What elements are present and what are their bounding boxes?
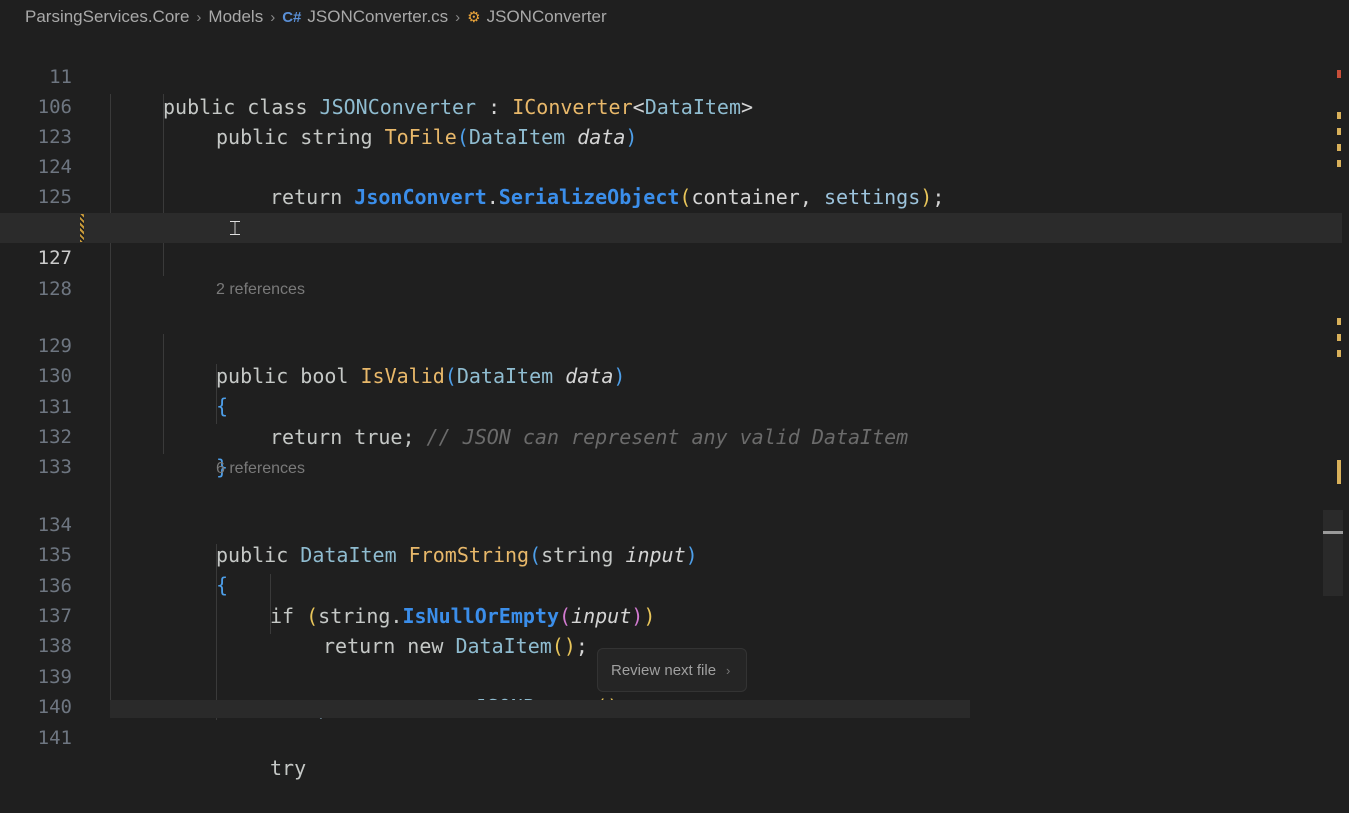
scrollbar-cursor-indicator bbox=[1323, 531, 1343, 534]
chevron-right-icon: › bbox=[455, 8, 461, 26]
overview-ruler-mark bbox=[1337, 128, 1341, 135]
current-line[interactable]: 127 bbox=[0, 213, 1342, 269]
line-number: 133 bbox=[37, 456, 72, 478]
chevron-right-icon: › bbox=[196, 8, 202, 26]
review-next-file-button[interactable]: Review next file › bbox=[597, 648, 747, 692]
code-line[interactable]: 126 bbox=[0, 183, 1342, 239]
breadcrumb-symbol[interactable]: JSONConverter bbox=[487, 7, 607, 27]
codelens-references[interactable]: 2 references bbox=[216, 279, 305, 301]
code-line[interactable]: 138 bbox=[0, 601, 1342, 657]
breadcrumb-folder[interactable]: Models bbox=[208, 7, 263, 27]
code-line[interactable]: 125 } bbox=[0, 152, 1342, 239]
code-line[interactable]: 123 bbox=[0, 92, 1342, 148]
code-line[interactable]: 128 bbox=[0, 244, 1342, 300]
overview-ruler-mark bbox=[1337, 144, 1341, 151]
breadcrumb-project[interactable]: ParsingServices.Core bbox=[25, 7, 189, 27]
line-number: 128 bbox=[37, 278, 72, 300]
overview-ruler-mark bbox=[1337, 350, 1341, 357]
line-number: 141 bbox=[37, 727, 72, 749]
breadcrumb-file[interactable]: JSONConverter.cs bbox=[307, 7, 448, 27]
code-line[interactable]: 124 return JsonConvert.SerializeObject(c… bbox=[0, 122, 1342, 209]
codelens-references[interactable]: 6 references bbox=[216, 458, 305, 480]
code-line[interactable]: 135 { bbox=[0, 510, 1342, 597]
breadcrumb: ParsingServices.Core › Models › C# JSONC… bbox=[0, 0, 1349, 34]
chevron-right-icon: › bbox=[726, 662, 731, 678]
code-line[interactable]: 133 bbox=[0, 422, 1342, 478]
overview-ruler-mark bbox=[1337, 460, 1341, 484]
code-line[interactable]: 134 public DataItem FromString(string in… bbox=[0, 480, 1342, 567]
text-cursor-icon: ⌶ bbox=[229, 216, 241, 240]
code-line[interactable]: 132 } bbox=[0, 392, 1342, 479]
code-line[interactable]: 106 public string ToFile(DataItem data) bbox=[0, 62, 1342, 149]
horizontal-scrollbar[interactable] bbox=[110, 700, 970, 718]
overview-ruler-mark bbox=[1337, 318, 1341, 325]
overview-ruler-mark bbox=[1337, 112, 1341, 119]
code-line[interactable]: 131 return true; // JSON can represent a… bbox=[0, 362, 1342, 449]
code-line[interactable]: 136 if (string.IsNullOrEmpty(input)) bbox=[0, 541, 1342, 628]
code-editor[interactable]: 11 public class JSONConverter : IConvert… bbox=[0, 32, 1349, 780]
code-line[interactable]: 11 public class JSONConverter : IConvert… bbox=[0, 32, 1342, 119]
code-line[interactable]: 130 { bbox=[0, 331, 1342, 418]
overview-ruler-error-mark bbox=[1337, 70, 1341, 78]
code-text: try bbox=[270, 756, 307, 780]
csharp-icon: C# bbox=[282, 8, 302, 26]
code-line[interactable]: 137 return new DataItem(); bbox=[0, 571, 1342, 658]
vertical-scrollbar-thumb[interactable] bbox=[1323, 510, 1343, 596]
review-next-file-label: Review next file bbox=[611, 661, 717, 679]
modified-line-marker bbox=[80, 214, 84, 242]
overview-ruler-mark bbox=[1337, 160, 1341, 167]
class-icon: ⚙ bbox=[467, 9, 481, 26]
code-line[interactable]: 129 public bool IsValid(DataItem data) bbox=[0, 301, 1342, 388]
chevron-right-icon: › bbox=[270, 8, 276, 26]
overview-ruler-mark bbox=[1337, 334, 1341, 341]
